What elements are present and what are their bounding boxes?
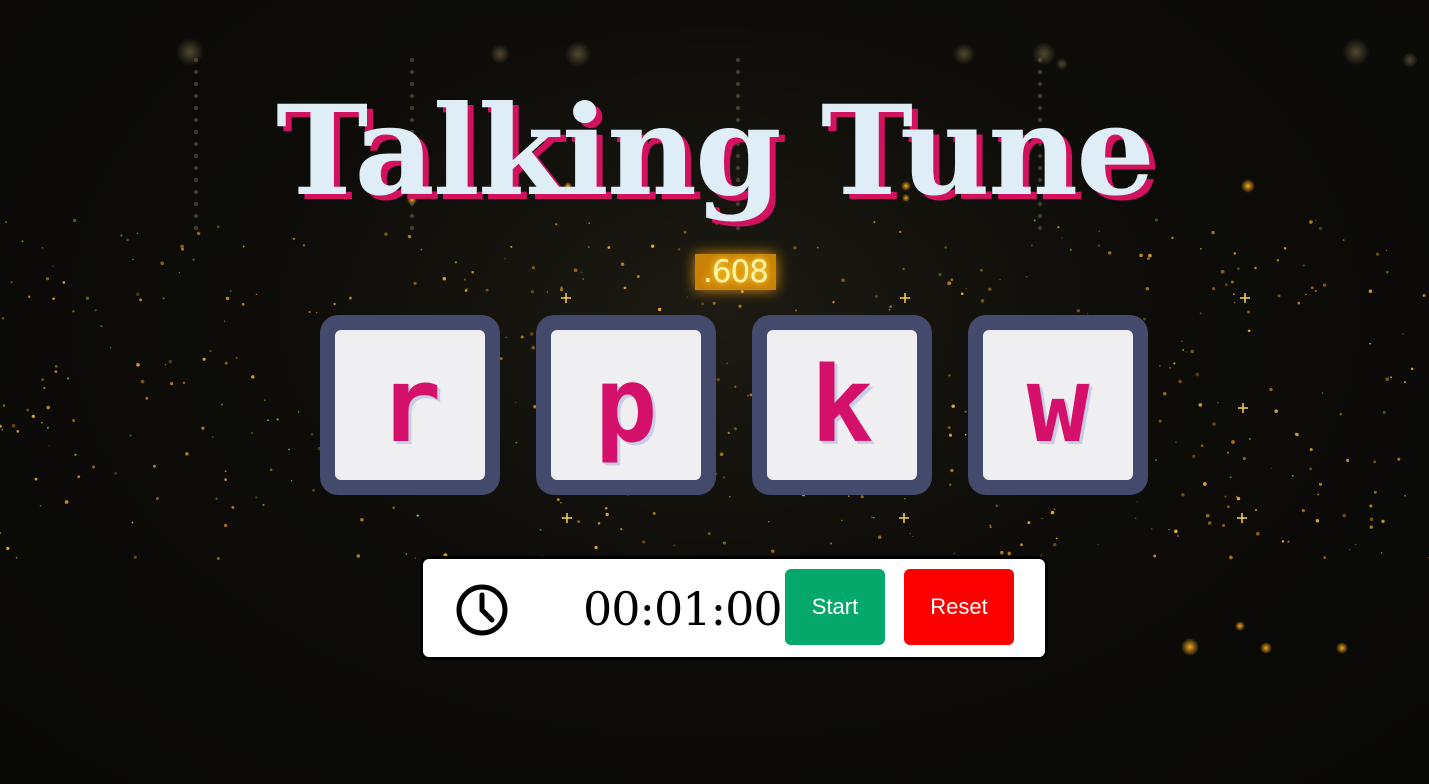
reset-button[interactable]: Reset xyxy=(904,569,1014,645)
letter-tile[interactable]: w xyxy=(968,315,1148,495)
tile-letter: k xyxy=(767,330,917,480)
timer-panel: 00:01:00 Start Reset xyxy=(420,556,1048,660)
letter-tile[interactable]: p xyxy=(536,315,716,495)
clock-icon xyxy=(456,584,508,636)
letter-tile[interactable]: r xyxy=(320,315,500,495)
tile-letter: w xyxy=(983,330,1133,480)
tile-letter: r xyxy=(335,330,485,480)
tile-letter: p xyxy=(551,330,701,480)
timer-display: 00:01:00 xyxy=(583,582,783,636)
background-neon-counter: .608 xyxy=(695,254,776,290)
page-title: Talking Tune xyxy=(276,79,1155,224)
letter-tile[interactable]: k xyxy=(752,315,932,495)
start-button[interactable]: Start xyxy=(785,569,885,645)
letter-tiles: r p k w xyxy=(320,315,1148,495)
